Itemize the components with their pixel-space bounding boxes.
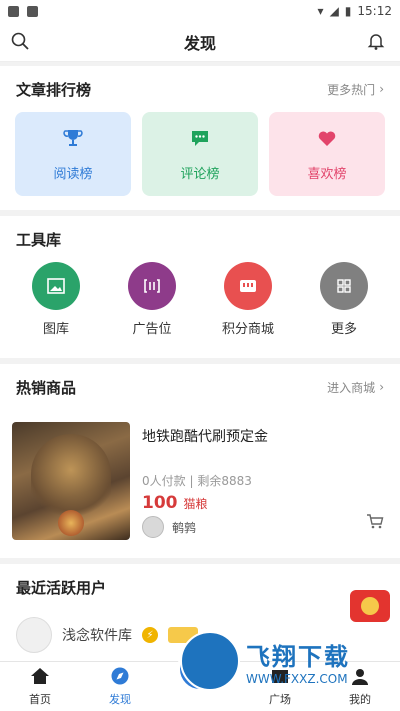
tool-label: 广告位 [132, 322, 172, 337]
red-packet-icon[interactable] [350, 590, 390, 622]
avatar [142, 516, 164, 538]
section-title: 工具库 [16, 230, 62, 249]
product-title: 地铁跑酷代刷预定金 [142, 429, 268, 445]
chevron-right-icon: › [379, 82, 384, 96]
product-card[interactable]: 地铁跑酷代刷预定金 0人付款 | 剩余8883 100 猫粮 鹌鹑 [0, 410, 400, 540]
chevron-right-icon: › [379, 380, 384, 394]
ad-icon [128, 262, 176, 310]
sold-count: 0人付款 [142, 474, 186, 488]
seller-name: 鹌鹑 [172, 520, 197, 535]
status-bar: ▾ ◢ ▮ 15:12 [0, 0, 400, 22]
bell-icon[interactable] [366, 31, 386, 55]
remaining-stock: 剩余8883 [197, 474, 252, 488]
notification-icon [8, 5, 19, 17]
seller-info[interactable]: 鹌鹑 [142, 516, 196, 538]
price-value: 100 [142, 493, 178, 513]
watermark-url: WWW.FXXZ.COM [246, 671, 348, 686]
tools-section: 工具库 图库 广告位 积分商城 更多 [0, 216, 400, 358]
top-bar: 发现 [0, 22, 400, 62]
tool-label: 图库 [42, 322, 69, 337]
section-title: 文章排行榜 [16, 80, 92, 99]
product-image [12, 422, 130, 540]
cart-icon[interactable] [366, 512, 384, 534]
comment-rank-card[interactable]: 评论榜 [142, 112, 258, 196]
price-unit: 猫粮 [183, 497, 208, 511]
watermark-logo-icon [180, 631, 240, 691]
user-name: 浅念软件库 [62, 628, 132, 644]
battery-icon: ▮ [344, 4, 352, 18]
page-title: 发现 [183, 33, 216, 53]
read-rank-card[interactable]: 阅读榜 [15, 112, 131, 196]
lightning-icon: ⚡ [142, 627, 158, 643]
search-icon[interactable] [10, 31, 30, 55]
clock: 15:12 [357, 4, 392, 18]
chat-icon [189, 127, 211, 153]
comment-rank-label: 评论榜 [180, 166, 220, 182]
store-icon [224, 262, 272, 310]
tool-label: 积分商城 [221, 322, 274, 337]
heart-icon [316, 127, 338, 153]
image-icon [32, 262, 80, 310]
enter-store-link[interactable]: 进入商城 › [327, 379, 384, 396]
nav-label: 发现 [109, 693, 131, 706]
section-title: 最近活跃用户 [16, 578, 107, 597]
like-rank-card[interactable]: 喜欢榜 [269, 112, 385, 196]
tool-gallery[interactable]: 图库 [16, 262, 96, 337]
home-icon [29, 666, 51, 689]
hot-products-section: 热销商品 进入商城 › 地铁跑酷代刷预定金 0人付款 | 剩余8883 100 … [0, 364, 400, 558]
watermark: 飞翔下载 WWW.FXXZ.COM [180, 628, 390, 694]
grid-icon [320, 262, 368, 310]
more-hot-label: 更多热门 [327, 82, 376, 97]
rank-section: 文章排行榜 更多热门 › 阅读榜 评论榜 喜欢榜 [0, 66, 400, 210]
avatar [16, 617, 52, 653]
enter-store-label: 进入商城 [327, 380, 376, 395]
trophy-icon [62, 127, 84, 153]
read-rank-label: 阅读榜 [53, 166, 93, 182]
compass-icon [109, 666, 131, 689]
product-sales: 0人付款 | 剩余8883 [142, 474, 252, 488]
wifi-icon: ▾ [317, 4, 324, 18]
tool-label: 更多 [330, 322, 357, 337]
nav-label: 首页 [29, 693, 51, 706]
nav-home[interactable]: 首页 [0, 662, 80, 711]
signal-icon: ◢ [329, 4, 339, 18]
tool-points-store[interactable]: 积分商城 [208, 262, 288, 337]
more-hot-link[interactable]: 更多热门 › [327, 81, 384, 98]
like-rank-label: 喜欢榜 [307, 166, 347, 182]
tool-more[interactable]: 更多 [304, 262, 384, 337]
section-title: 热销商品 [16, 378, 77, 397]
image-notification-icon [27, 5, 38, 17]
product-price: 100 猫粮 [142, 493, 388, 513]
nav-discover[interactable]: 发现 [80, 662, 160, 711]
tool-ad-slot[interactable]: 广告位 [112, 262, 192, 337]
watermark-title: 飞翔下载 [246, 642, 350, 671]
